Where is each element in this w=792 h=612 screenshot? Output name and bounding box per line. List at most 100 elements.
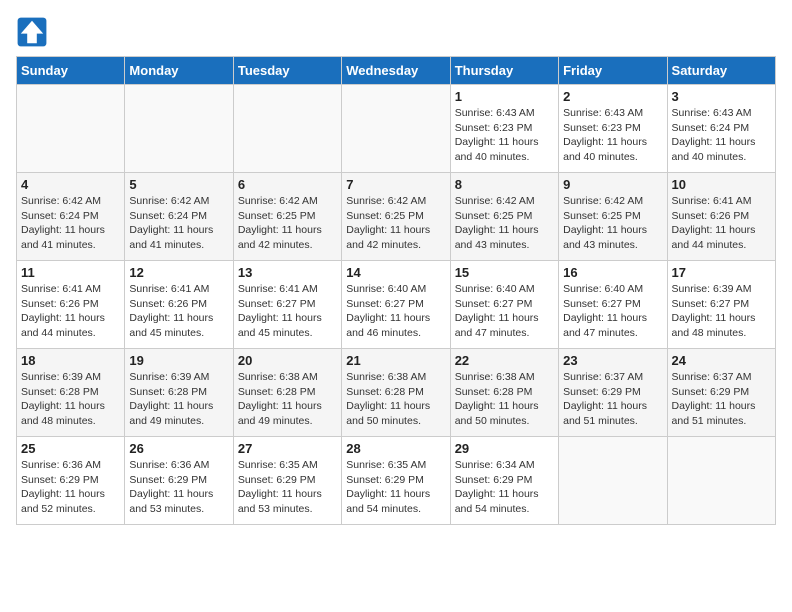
day-number: 4: [21, 177, 120, 192]
day-info: Sunrise: 6:43 AM Sunset: 6:23 PM Dayligh…: [563, 106, 662, 165]
weekday-header-sunday: Sunday: [17, 57, 125, 85]
day-number: 5: [129, 177, 228, 192]
day-cell: 6Sunrise: 6:42 AM Sunset: 6:25 PM Daylig…: [233, 173, 341, 261]
day-info: Sunrise: 6:42 AM Sunset: 6:25 PM Dayligh…: [563, 194, 662, 253]
day-info: Sunrise: 6:34 AM Sunset: 6:29 PM Dayligh…: [455, 458, 554, 517]
day-info: Sunrise: 6:36 AM Sunset: 6:29 PM Dayligh…: [129, 458, 228, 517]
day-info: Sunrise: 6:43 AM Sunset: 6:23 PM Dayligh…: [455, 106, 554, 165]
day-info: Sunrise: 6:42 AM Sunset: 6:25 PM Dayligh…: [346, 194, 445, 253]
day-number: 27: [238, 441, 337, 456]
day-info: Sunrise: 6:42 AM Sunset: 6:25 PM Dayligh…: [455, 194, 554, 253]
weekday-header-tuesday: Tuesday: [233, 57, 341, 85]
day-number: 7: [346, 177, 445, 192]
day-info: Sunrise: 6:36 AM Sunset: 6:29 PM Dayligh…: [21, 458, 120, 517]
day-cell: 12 Sunrise: 6:41 AM Sunset: 6:26 PM Dayli…: [125, 261, 233, 349]
calendar-table: SundayMondayTuesdayWednesdayThursdayFrid…: [16, 56, 776, 525]
day-cell: 4 Sunrise: 6:42 AM Sunset: 6:24 PM Daylig…: [17, 173, 125, 261]
day-cell: 11 Sunrise: 6:41 AM Sunset: 6:26 PM Dayli…: [17, 261, 125, 349]
day-cell: [559, 437, 667, 525]
day-info: Sunrise: 6:41 AM Sunset: 6:27 PM Dayligh…: [238, 282, 337, 341]
day-cell: 24 Sunrise: 6:37 AM Sunset: 6:29 PM Dayli…: [667, 349, 775, 437]
day-cell: 9 Sunrise: 6:42 AM Sunset: 6:25 PM Daylig…: [559, 173, 667, 261]
day-number: 3: [672, 89, 771, 104]
weekday-header-friday: Friday: [559, 57, 667, 85]
day-cell: 21 Sunrise: 6:38 AM Sunset: 6:28 PM Dayli…: [342, 349, 450, 437]
day-cell: 16 Sunrise: 6:40 AM Sunset: 6:27 PM Dayli…: [559, 261, 667, 349]
week-row-3: 11 Sunrise: 6:41 AM Sunset: 6:26 PM Dayli…: [17, 261, 776, 349]
week-row-5: 25 Sunrise: 6:36 AM Sunset: 6:29 PM Dayli…: [17, 437, 776, 525]
day-number: 12: [129, 265, 228, 280]
day-cell: 15Sunrise: 6:40 AM Sunset: 6:27 PM Dayli…: [450, 261, 558, 349]
day-cell: 22 Sunrise: 6:38 AM Sunset: 6:28 PM Dayli…: [450, 349, 558, 437]
day-cell: [342, 85, 450, 173]
day-number: 14: [346, 265, 445, 280]
day-cell: 3 Sunrise: 6:43 AM Sunset: 6:24 PM Daylig…: [667, 85, 775, 173]
day-number: 11: [21, 265, 120, 280]
day-info: Sunrise: 6:39 AM Sunset: 6:27 PM Dayligh…: [672, 282, 771, 341]
week-row-4: 18 Sunrise: 6:39 AM Sunset: 6:28 PM Dayli…: [17, 349, 776, 437]
day-number: 20: [238, 353, 337, 368]
logo-icon: [16, 16, 48, 48]
day-number: 17: [672, 265, 771, 280]
day-cell: 25 Sunrise: 6:36 AM Sunset: 6:29 PM Dayli…: [17, 437, 125, 525]
day-cell: 23 Sunrise: 6:37 AM Sunset: 6:29 PM Dayli…: [559, 349, 667, 437]
day-cell: [125, 85, 233, 173]
day-info: Sunrise: 6:42 AM Sunset: 6:24 PM Dayligh…: [21, 194, 120, 253]
day-number: 18: [21, 353, 120, 368]
weekday-header-wednesday: Wednesday: [342, 57, 450, 85]
day-cell: 10 Sunrise: 6:41 AM Sunset: 6:26 PM Dayli…: [667, 173, 775, 261]
day-number: 29: [455, 441, 554, 456]
day-cell: 14 Sunrise: 6:40 AM Sunset: 6:27 PM Dayli…: [342, 261, 450, 349]
weekday-header-monday: Monday: [125, 57, 233, 85]
day-info: Sunrise: 6:37 AM Sunset: 6:29 PM Dayligh…: [672, 370, 771, 429]
day-cell: 7 Sunrise: 6:42 AM Sunset: 6:25 PM Daylig…: [342, 173, 450, 261]
day-number: 23: [563, 353, 662, 368]
day-cell: 18Sunrise: 6:39 AM Sunset: 6:28 PM Dayli…: [17, 349, 125, 437]
day-info: Sunrise: 6:38 AM Sunset: 6:28 PM Dayligh…: [455, 370, 554, 429]
week-row-2: 4 Sunrise: 6:42 AM Sunset: 6:24 PM Daylig…: [17, 173, 776, 261]
day-info: Sunrise: 6:38 AM Sunset: 6:28 PM Dayligh…: [346, 370, 445, 429]
day-cell: 20 Sunrise: 6:38 AM Sunset: 6:28 PM Dayli…: [233, 349, 341, 437]
day-info: Sunrise: 6:41 AM Sunset: 6:26 PM Dayligh…: [21, 282, 120, 341]
day-cell: 1 Sunrise: 6:43 AM Sunset: 6:23 PM Daylig…: [450, 85, 558, 173]
weekday-header-row: SundayMondayTuesdayWednesdayThursdayFrid…: [17, 57, 776, 85]
day-number: 8: [455, 177, 554, 192]
day-number: 25: [21, 441, 120, 456]
weekday-header-saturday: Saturday: [667, 57, 775, 85]
day-info: Sunrise: 6:42 AM Sunset: 6:25 PM Dayligh…: [238, 194, 337, 253]
day-cell: 2 Sunrise: 6:43 AM Sunset: 6:23 PM Daylig…: [559, 85, 667, 173]
day-number: 16: [563, 265, 662, 280]
logo: [16, 16, 52, 48]
weekday-header-thursday: Thursday: [450, 57, 558, 85]
day-info: Sunrise: 6:35 AM Sunset: 6:29 PM Dayligh…: [346, 458, 445, 517]
day-number: 19: [129, 353, 228, 368]
day-cell: 29 Sunrise: 6:34 AM Sunset: 6:29 PM Dayli…: [450, 437, 558, 525]
day-info: Sunrise: 6:43 AM Sunset: 6:24 PM Dayligh…: [672, 106, 771, 165]
day-info: Sunrise: 6:41 AM Sunset: 6:26 PM Dayligh…: [129, 282, 228, 341]
day-info: Sunrise: 6:40 AM Sunset: 6:27 PM Dayligh…: [346, 282, 445, 341]
page-header: [16, 16, 776, 48]
day-number: 2: [563, 89, 662, 104]
day-cell: 5 Sunrise: 6:42 AM Sunset: 6:24 PM Daylig…: [125, 173, 233, 261]
day-number: 10: [672, 177, 771, 192]
day-number: 9: [563, 177, 662, 192]
day-number: 21: [346, 353, 445, 368]
day-info: Sunrise: 6:42 AM Sunset: 6:24 PM Dayligh…: [129, 194, 228, 253]
day-info: Sunrise: 6:41 AM Sunset: 6:26 PM Dayligh…: [672, 194, 771, 253]
day-cell: 8 Sunrise: 6:42 AM Sunset: 6:25 PM Daylig…: [450, 173, 558, 261]
day-number: 24: [672, 353, 771, 368]
day-number: 13: [238, 265, 337, 280]
day-info: Sunrise: 6:39 AM Sunset: 6:28 PM Dayligh…: [129, 370, 228, 429]
day-number: 1: [455, 89, 554, 104]
day-number: 22: [455, 353, 554, 368]
day-info: Sunrise: 6:37 AM Sunset: 6:29 PM Dayligh…: [563, 370, 662, 429]
day-cell: [17, 85, 125, 173]
day-cell: 28 Sunrise: 6:35 AM Sunset: 6:29 PM Dayli…: [342, 437, 450, 525]
week-row-1: 1 Sunrise: 6:43 AM Sunset: 6:23 PM Daylig…: [17, 85, 776, 173]
day-number: 28: [346, 441, 445, 456]
day-cell: [667, 437, 775, 525]
day-info: Sunrise: 6:40 AM Sunset: 6:27 PM Dayligh…: [563, 282, 662, 341]
day-info: Sunrise: 6:38 AM Sunset: 6:28 PM Dayligh…: [238, 370, 337, 429]
day-cell: [233, 85, 341, 173]
day-info: Sunrise: 6:35 AM Sunset: 6:29 PM Dayligh…: [238, 458, 337, 517]
